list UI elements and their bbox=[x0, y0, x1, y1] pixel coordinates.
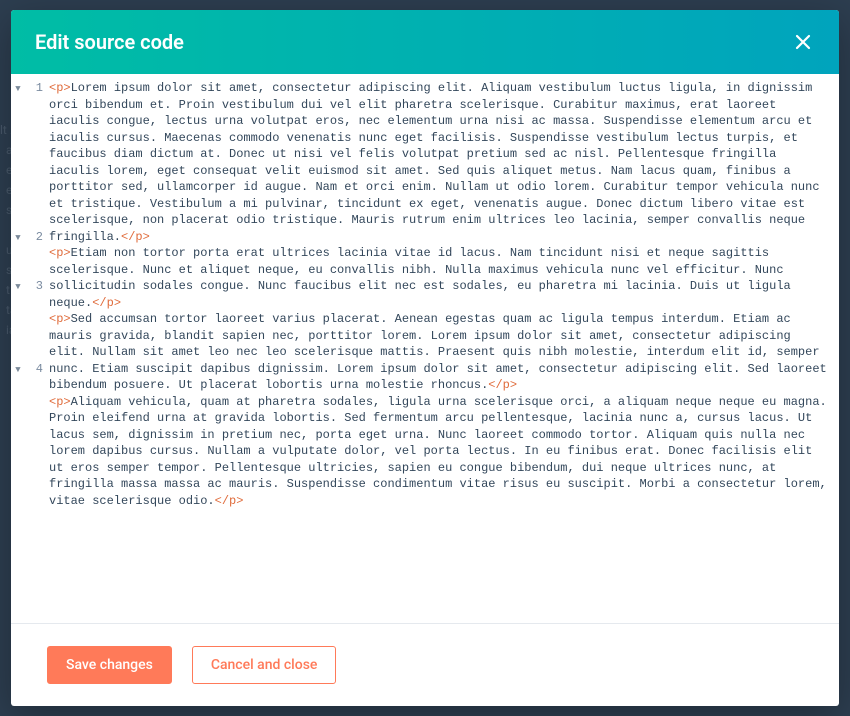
code-content[interactable]: <p>Lorem ipsum dolor sit amet, consectet… bbox=[49, 80, 839, 623]
code-line[interactable]: <p>Lorem ipsum dolor sit amet, consectet… bbox=[49, 80, 829, 245]
modal-header: Edit source code bbox=[11, 10, 839, 74]
modal-title: Edit source code bbox=[35, 30, 184, 54]
code-line[interactable]: <p>Etiam non tortor porta erat ultrices … bbox=[49, 245, 829, 311]
close-button[interactable] bbox=[791, 30, 815, 54]
modal-footer: Save changes Cancel and close bbox=[11, 623, 839, 706]
fold-gutter[interactable]: ▼ ▼ ▼ ▼ bbox=[11, 80, 25, 623]
code-line[interactable]: <p>Aliquam vehicula, quam at pharetra so… bbox=[49, 394, 829, 510]
line-number: 3 bbox=[25, 278, 43, 295]
fold-toggle[interactable]: ▼ bbox=[11, 279, 25, 296]
fold-toggle[interactable]: ▼ bbox=[11, 230, 25, 247]
line-number: 4 bbox=[25, 361, 43, 378]
code-editor[interactable]: ▼ ▼ ▼ ▼ 1 2 3 4 <p>Lorem ipsum dolor sit… bbox=[11, 74, 839, 623]
cancel-button[interactable]: Cancel and close bbox=[192, 646, 337, 684]
line-number-gutter: 1 2 3 4 bbox=[25, 80, 49, 623]
source-code-modal: Edit source code ▼ ▼ ▼ ▼ 1 2 3 4 <p>Lore… bbox=[11, 10, 839, 706]
close-icon bbox=[794, 33, 812, 51]
line-number: 2 bbox=[25, 229, 43, 246]
fold-toggle[interactable]: ▼ bbox=[11, 362, 25, 379]
fold-toggle[interactable]: ▼ bbox=[11, 81, 25, 98]
code-line[interactable]: <p>Sed accumsan tortor laoreet varius pl… bbox=[49, 311, 829, 394]
line-number: 1 bbox=[25, 80, 43, 97]
save-button[interactable]: Save changes bbox=[47, 646, 172, 684]
